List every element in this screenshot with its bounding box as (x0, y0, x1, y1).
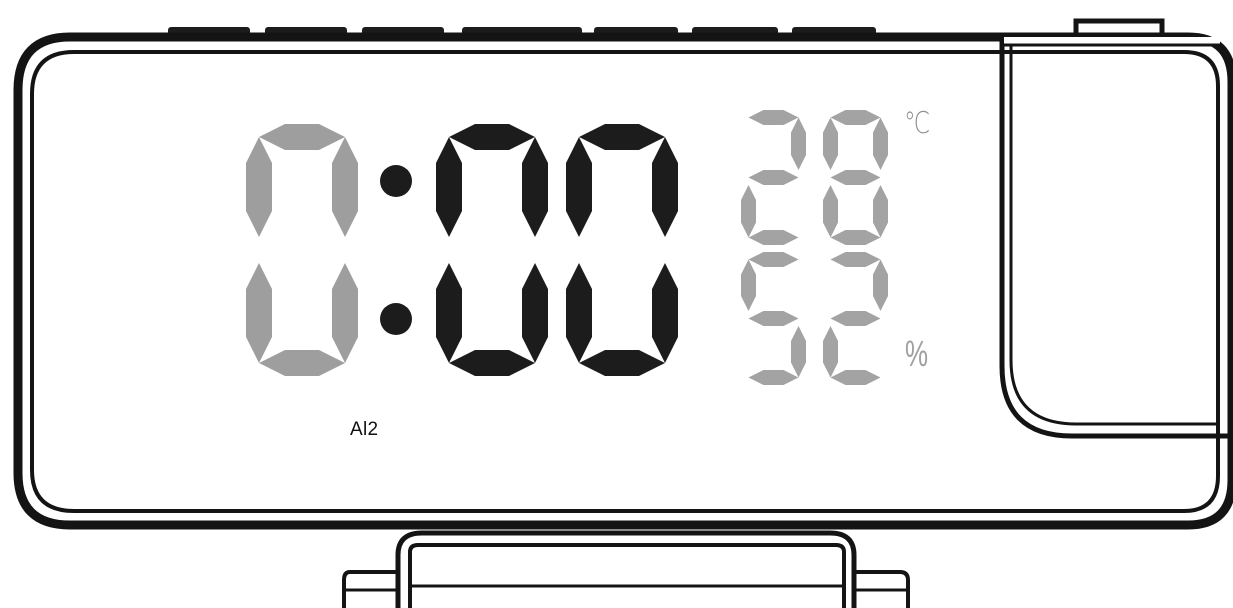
temperature-digit-2-segment-d (830, 230, 881, 245)
temperature-digit-2-segment-c (873, 185, 888, 238)
time-digit-1-segment-f (246, 137, 272, 237)
time-digit-3-segment-a (579, 124, 665, 150)
humidity-digit-1-segment-d (748, 370, 799, 385)
humidity-digit-2-segment-a (830, 252, 881, 267)
time-digit-1-segment-e (246, 263, 272, 363)
time-digit-3 (566, 124, 678, 376)
time-digit-2 (436, 124, 548, 376)
time-digit-2-segment-b (522, 137, 548, 237)
time-digit-3-segment-f (566, 137, 592, 237)
temperature-digit-1 (741, 110, 806, 245)
colon-dot-icon (380, 165, 412, 197)
time-digit-3-segment-e (566, 263, 592, 363)
humidity-digit-2-segment-g (830, 311, 881, 326)
temperature-display (741, 110, 888, 245)
humidity-digit-1-segment-c (791, 326, 806, 378)
temperature-digit-1-segment-e (741, 185, 756, 238)
time-digit-2-segment-d (449, 350, 535, 376)
alarm-clock-illustration (13, 18, 1233, 608)
time-colon (380, 165, 412, 335)
humidity-display (741, 252, 888, 385)
temperature-digit-2-segment-a (830, 110, 881, 125)
time-digit-3-segment-b (652, 137, 678, 237)
time-digit-3-segment-c (652, 263, 678, 363)
temperature-digit-1-segment-a (748, 110, 799, 125)
humidity-digit-1-segment-g (748, 311, 799, 326)
time-digit-1-segment-d (259, 350, 345, 376)
time-display (246, 124, 678, 376)
humidity-digit-1 (741, 252, 806, 385)
temperature-digit-2-segment-b (873, 117, 888, 170)
temperature-digit-2-segment-e (823, 185, 838, 238)
humidity-digit-2-segment-e (823, 326, 838, 378)
humidity-digit-2-segment-d (830, 370, 881, 385)
temperature-digit-1-segment-g (748, 170, 799, 185)
temperature-digit-2-segment-f (823, 117, 838, 170)
colon-dot-icon (380, 303, 412, 335)
time-digit-1 (246, 124, 358, 376)
alarm-indicator: Al2 (350, 419, 379, 440)
time-digit-2-segment-a (449, 124, 535, 150)
humidity-digit-1-segment-a (748, 252, 799, 267)
time-digit-3-segment-d (579, 350, 665, 376)
time-digit-1-segment-b (332, 137, 358, 237)
temperature-digit-1-segment-d (748, 230, 799, 245)
temperature-digit-2-segment-g (830, 170, 881, 185)
clock-body (13, 32, 1233, 530)
humidity-unit: % (905, 333, 929, 374)
time-digit-1-segment-c (332, 263, 358, 363)
time-digit-2-segment-f (436, 137, 462, 237)
temperature-unit: ℃ (904, 106, 931, 141)
temperature-digit-2 (823, 110, 888, 245)
temperature-digit-1-segment-b (791, 117, 806, 170)
humidity-digit-1-segment-f (741, 259, 756, 311)
time-digit-1-segment-a (259, 124, 345, 150)
stand (342, 530, 910, 608)
humidity-digit-2 (823, 252, 888, 385)
time-digit-2-segment-c (522, 263, 548, 363)
time-digit-2-segment-e (436, 263, 462, 363)
humidity-digit-2-segment-b (873, 259, 888, 311)
